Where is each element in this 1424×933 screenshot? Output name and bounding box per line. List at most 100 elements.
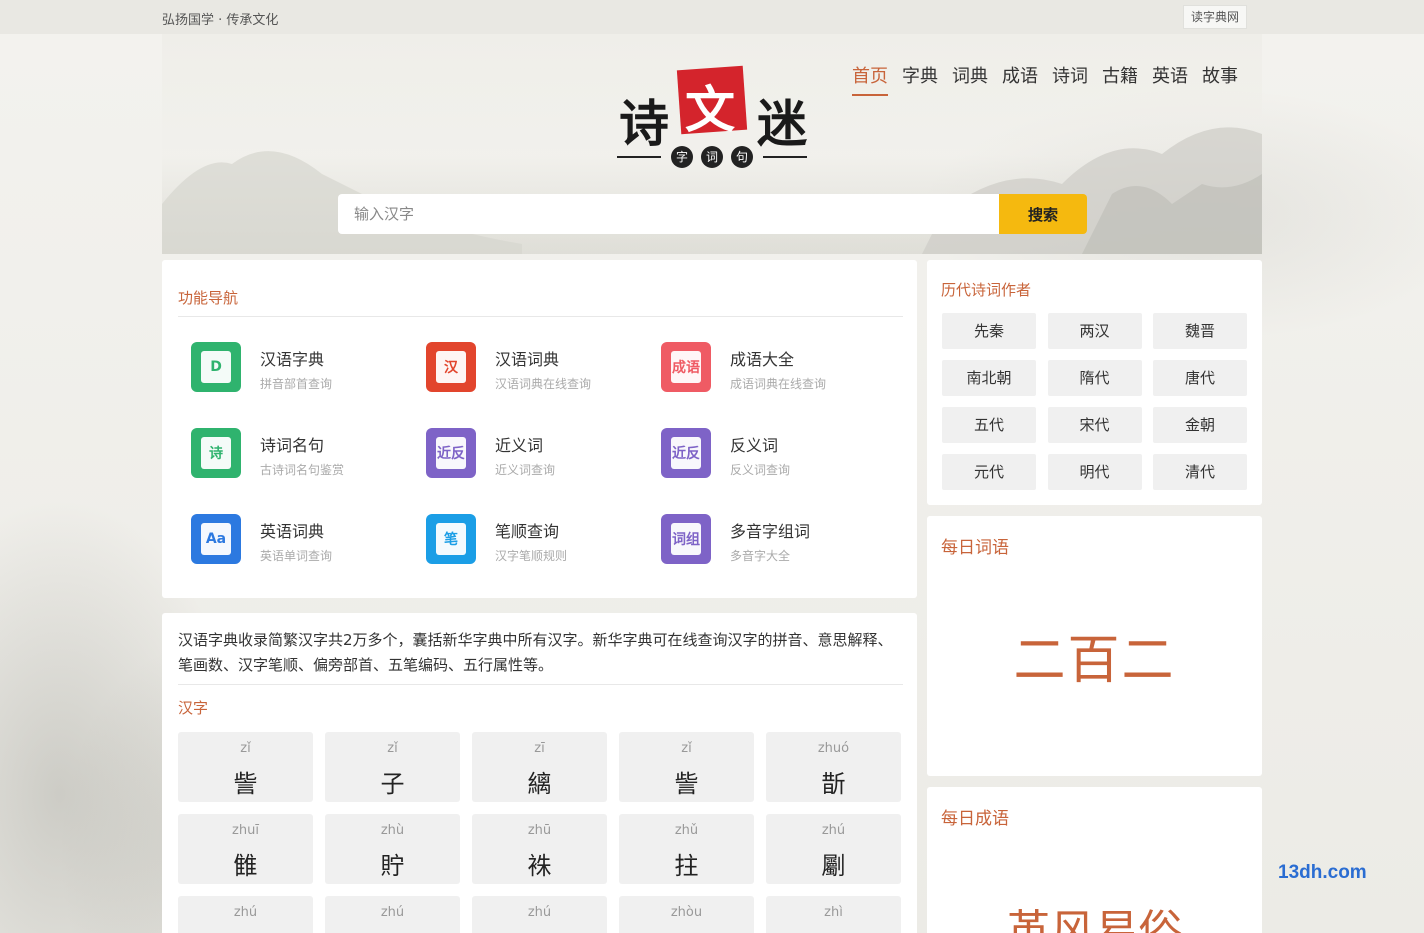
nav-stories[interactable]: 故事 [1202, 62, 1238, 88]
era-button[interactable]: 元代 [942, 454, 1036, 490]
search-button[interactable]: 搜索 [999, 194, 1087, 234]
era-button[interactable]: 宋代 [1047, 407, 1142, 443]
era-button[interactable]: 明代 [1047, 454, 1142, 490]
logo-sub-2: 词 [701, 146, 723, 168]
logo-sub-3: 句 [731, 146, 753, 168]
hanzi-char: 雔 [233, 852, 258, 880]
hanzi-pinyin: zhù [380, 823, 405, 838]
feature-item[interactable]: 诗 诗词名句 古诗词名句鉴赏 [191, 428, 411, 488]
feature-item[interactable]: 近反 反义词 反义词查询 [661, 428, 881, 488]
daily-word-panel: 每日词语 二百二 [927, 516, 1262, 776]
hanzi-pinyin: zǐ [681, 741, 692, 756]
poetry-book-icon: 诗 [191, 428, 241, 478]
hanzi-cell[interactable]: zǐ 訾 [178, 732, 313, 802]
divider [178, 316, 903, 317]
icon-glyph: D [201, 351, 231, 383]
hanzi-intro: 汉语字典收录简繁汉字共2万多个，囊括新华字典中所有汉字。新华字典可在线查询汉字的… [178, 631, 893, 674]
daily-word-title: 每日词语 [941, 538, 1009, 558]
feature-item[interactable]: 词组 多音字组词 多音字大全 [661, 514, 881, 574]
era-button[interactable]: 南北朝 [942, 360, 1036, 396]
feature-item[interactable]: Aa 英语词典 英语单词查询 [191, 514, 411, 574]
hanzi-cell[interactable]: zǐ 訾 [619, 732, 754, 802]
hanzi-cell[interactable]: zǐ 子 [325, 732, 460, 802]
hanzi-pinyin: zhú [527, 905, 552, 920]
logo-char-1: 诗 [619, 94, 669, 153]
divider [178, 684, 903, 685]
nav-shici[interactable]: 诗词 [1052, 62, 1088, 88]
hanzi-cell[interactable]: zhú [178, 896, 313, 933]
hanzi-cell[interactable]: zī 縭 [472, 732, 607, 802]
era-button[interactable]: 五代 [942, 407, 1036, 443]
logo-line-right [763, 156, 807, 158]
nav-guji[interactable]: 古籍 [1102, 62, 1138, 88]
hanzi-cell[interactable]: zhū 袾 [472, 814, 607, 884]
nav-english[interactable]: 英语 [1152, 62, 1188, 88]
search-input[interactable] [338, 194, 999, 234]
icon-glyph: 近反 [671, 437, 701, 469]
hanzi-char: 訾 [674, 770, 699, 798]
hanzi-cell[interactable]: zhú 劚 [766, 814, 901, 884]
icon-glyph: Aa [201, 523, 231, 555]
hanzi-cell[interactable]: zhuó 斮 [766, 732, 901, 802]
era-button[interactable]: 两汉 [1047, 313, 1142, 349]
feature-item[interactable]: D 汉语字典 拼音部首查询 [191, 342, 411, 402]
feature-item[interactable]: 汉 汉语词典 汉语词典在线查询 [426, 342, 646, 402]
hanzi-pinyin: zhú [233, 905, 258, 920]
hanzi-char: 貯 [380, 852, 405, 880]
icon-glyph: 成语 [671, 351, 701, 383]
stroke-order-icon: 笔 [426, 514, 476, 564]
feature-subtitle: 汉字笔顺规则 [495, 549, 568, 563]
daily-idiom[interactable]: 革风易俗 [927, 895, 1262, 933]
idiom-book-icon: 成语 [661, 342, 711, 392]
feature-item[interactable]: 近反 近义词 近义词查询 [426, 428, 646, 488]
hanzi-cell[interactable]: zhì [766, 896, 901, 933]
era-button[interactable]: 隋代 [1047, 360, 1142, 396]
era-button[interactable]: 先秦 [942, 313, 1036, 349]
feature-subtitle: 汉语词典在线查询 [495, 377, 592, 391]
hanzi-panel: 汉语字典收录简繁汉字共2万多个，囊括新华字典中所有汉字。新华字典可在线查询汉字的… [162, 613, 917, 933]
icon-glyph: 笔 [436, 523, 466, 555]
feature-title: 多音字组词 [730, 522, 811, 541]
icon-glyph: 诗 [201, 437, 231, 469]
hanzi-cell[interactable]: zhú [472, 896, 607, 933]
hanzi-pinyin: zhú [821, 823, 846, 838]
icon-glyph: 词组 [671, 523, 701, 555]
icon-glyph: 汉 [436, 351, 466, 383]
hanzi-char: 縭 [527, 770, 552, 798]
icon-glyph: 近反 [436, 437, 466, 469]
feature-subtitle: 成语词典在线查询 [730, 377, 827, 391]
era-button[interactable]: 清代 [1153, 454, 1247, 490]
era-button[interactable]: 魏晋 [1153, 313, 1247, 349]
hanzi-pinyin: zhuó [817, 741, 850, 756]
nav-zidian[interactable]: 字典 [902, 62, 938, 88]
feature-title: 笔顺查询 [495, 522, 560, 541]
logo-line-left [617, 156, 661, 158]
era-button[interactable]: 金朝 [1153, 407, 1247, 443]
feature-title: 诗词名句 [260, 436, 325, 455]
feature-item[interactable]: 成语 成语大全 成语词典在线查询 [661, 342, 881, 402]
hanzi-cell[interactable]: zhòu [619, 896, 754, 933]
hanzi-pinyin: zhū [527, 823, 552, 838]
daily-word[interactable]: 二百二 [927, 618, 1262, 693]
main-nav: 首页 字典 词典 成语 诗词 古籍 英语 故事 [852, 62, 1238, 96]
daily-idiom-panel: 每日成语 革风易俗 [927, 787, 1262, 933]
feature-item[interactable]: 笔 笔顺查询汉字笔顺规则 [426, 514, 646, 574]
hanzi-cell[interactable]: zhǔ 拄 [619, 814, 754, 884]
hanzi-pinyin: zhì [824, 905, 843, 920]
hanzi-cell[interactable]: zhuī 雔 [178, 814, 313, 884]
hanzi-pinyin: zhòu [670, 905, 703, 920]
nav-cidian[interactable]: 词典 [952, 62, 988, 88]
nav-home[interactable]: 首页 [852, 62, 888, 96]
logo-char-2: 文 [685, 80, 735, 139]
hanzi-char: 斮 [821, 770, 846, 798]
feature-title: 近义词 [495, 436, 544, 455]
feature-subtitle: 反义词查询 [730, 463, 791, 477]
site-logo[interactable]: 诗 文 迷 字 词 句 [617, 65, 807, 170]
hanzi-cell[interactable]: zhù 貯 [325, 814, 460, 884]
dictionary-icon: D [191, 342, 241, 392]
site-link[interactable]: 读字典网 [1183, 5, 1248, 29]
era-button[interactable]: 唐代 [1153, 360, 1247, 396]
hanzi-cell[interactable]: zhú [325, 896, 460, 933]
nav-chengyu[interactable]: 成语 [1002, 62, 1038, 88]
hanzi-pinyin: zǐ [240, 741, 251, 756]
